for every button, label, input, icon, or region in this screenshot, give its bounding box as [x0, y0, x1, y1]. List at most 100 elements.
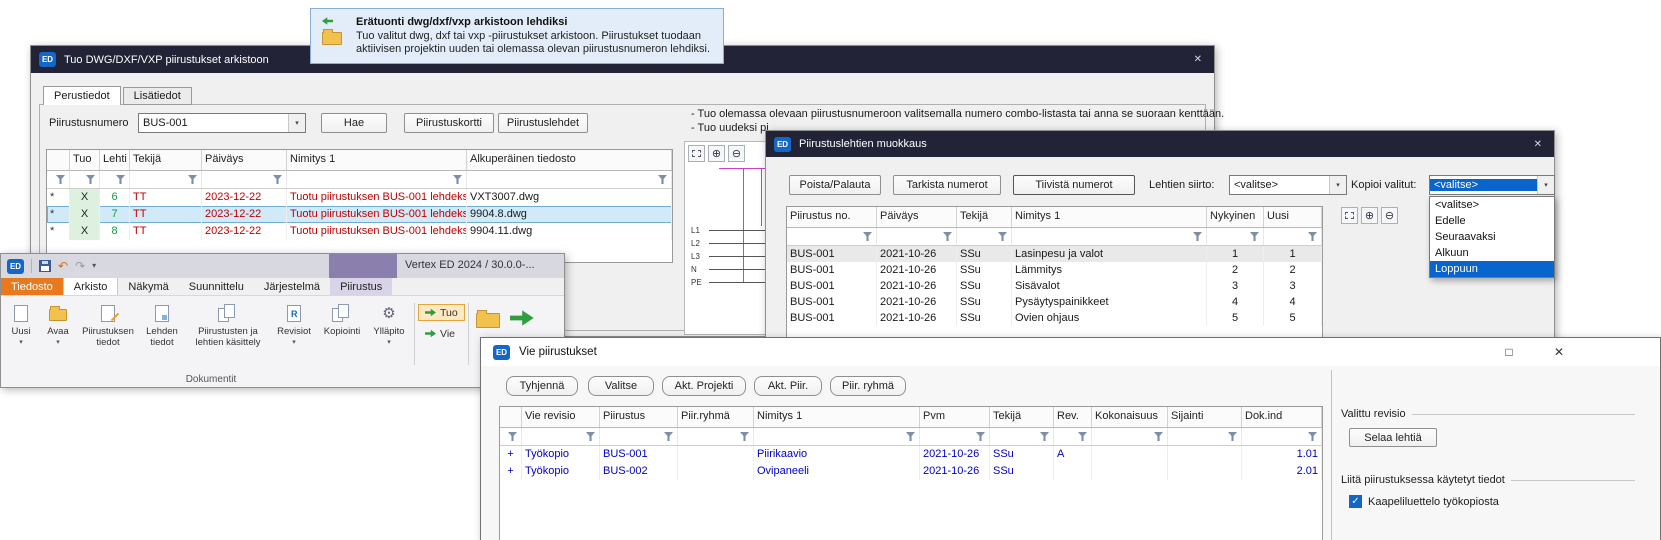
- piir-ryhma-button[interactable]: Piir. ryhmä: [830, 376, 906, 396]
- column-header[interactable]: Piirustus: [600, 407, 678, 427]
- zoom-out-icon[interactable]: ⊖: [728, 145, 745, 162]
- menu-tiedosto[interactable]: Tiedosto: [1, 278, 63, 295]
- column-header-marker[interactable]: [47, 150, 70, 170]
- filter-icon[interactable]: [86, 175, 95, 184]
- dropdown-item-selected[interactable]: Loppuun: [1430, 261, 1554, 277]
- dropdown-item[interactable]: Seuraavaksi: [1430, 229, 1554, 245]
- column-header[interactable]: Rev.: [1054, 407, 1092, 427]
- column-header[interactable]: Nimitys 1: [1012, 207, 1207, 227]
- tyhjenna-button[interactable]: Tyhjennä: [506, 376, 578, 396]
- menu-suunnittelu[interactable]: Suunnittelu: [179, 278, 254, 295]
- column-header[interactable]: Nimitys 1: [287, 150, 467, 170]
- chevron-down-icon[interactable]: ▾: [1537, 176, 1554, 194]
- selection-rect-icon[interactable]: [688, 145, 705, 162]
- filter-icon[interactable]: [1154, 432, 1163, 441]
- ribbon-tuo-button[interactable]: Tuo: [418, 304, 465, 321]
- table-row[interactable]: BUS-001 2021-10-26 SSu Lämmitys 2 2: [787, 262, 1322, 278]
- lehtien-siirto-combo[interactable]: <valitse> ▾: [1229, 175, 1347, 195]
- close-icon[interactable]: ✕: [1530, 139, 1546, 150]
- menu-arkisto[interactable]: Arkisto: [63, 278, 119, 295]
- checked-checkbox-icon[interactable]: ✓: [1349, 495, 1362, 508]
- ribbon-vie-button[interactable]: Vie: [418, 325, 465, 342]
- filter-icon[interactable]: [1228, 432, 1237, 441]
- filter-icon[interactable]: [1308, 232, 1317, 241]
- column-header[interactable]: Nimitys 1: [754, 407, 920, 427]
- table-row[interactable]: * X 8 TT 2023-12-22 Tuotu piirustuksen B…: [47, 223, 672, 240]
- chevron-down-icon[interactable]: ▾: [1329, 176, 1346, 194]
- dropdown-item[interactable]: <valitse>: [1430, 197, 1554, 213]
- column-header[interactable]: Vie revisio: [522, 407, 600, 427]
- tab-perustiedot[interactable]: Perustiedot: [43, 86, 121, 105]
- poista-palauta-button[interactable]: Poista/Palauta: [789, 175, 881, 195]
- ribbon-piirustuksen-tiedot-button[interactable]: Piirustuksentiedot: [77, 298, 139, 370]
- sheet-edit-titlebar[interactable]: ED Piirustuslehtien muokkaus ✕: [766, 131, 1554, 157]
- filter-icon[interactable]: [863, 232, 872, 241]
- table-row[interactable]: BUS-001 2021-10-26 SSu Ovien ohjaus 5 5: [787, 310, 1322, 326]
- filter-icon[interactable]: [658, 175, 667, 184]
- tiivista-numerot-button[interactable]: Tiivistä numerot: [1013, 175, 1135, 195]
- column-header[interactable]: Lehti: [100, 150, 130, 170]
- column-header[interactable]: Tekijä: [130, 150, 202, 170]
- column-header[interactable]: Piirustus no.: [787, 207, 877, 227]
- save-icon[interactable]: [39, 260, 51, 272]
- ribbon-yllapito-button[interactable]: ⚙ Ylläpito▾: [367, 298, 411, 370]
- app-badge[interactable]: ED: [7, 259, 24, 274]
- tarkista-numerot-button[interactable]: Tarkista numerot: [893, 175, 1001, 195]
- piirustusnumero-combo[interactable]: BUS-001 ▾: [138, 113, 306, 133]
- tab-lisatiedot[interactable]: Lisätiedot: [123, 87, 192, 105]
- filter-icon[interactable]: [508, 432, 517, 441]
- menu-jarjestelma[interactable]: Järjestelmä: [254, 278, 330, 295]
- selection-rect-icon[interactable]: [1341, 207, 1358, 224]
- column-header[interactable]: Kokonaisuus: [1092, 407, 1168, 427]
- close-icon[interactable]: ✕: [1190, 54, 1206, 65]
- filter-icon[interactable]: [976, 432, 985, 441]
- close-icon[interactable]: ✕: [1543, 343, 1575, 361]
- filter-icon[interactable]: [273, 175, 282, 184]
- column-header[interactable]: Tuo: [70, 150, 100, 170]
- table-row-selected[interactable]: * X 7 TT 2023-12-22 Tuotu piirustuksen B…: [47, 206, 672, 223]
- valitse-button[interactable]: Valitse: [588, 376, 654, 396]
- column-header[interactable]: Päiväys: [877, 207, 957, 227]
- table-row[interactable]: * X 6 TT 2023-12-22 Tuotu piirustuksen B…: [47, 189, 672, 206]
- qat-menu-icon[interactable]: ▾: [92, 260, 96, 272]
- archive-folder-icon[interactable]: [476, 313, 500, 328]
- ribbon-avaa-button[interactable]: Avaa▾: [39, 298, 77, 370]
- table-row[interactable]: BUS-001 2021-10-26 SSu Pysäytyspainikkee…: [787, 294, 1322, 310]
- filter-icon[interactable]: [740, 432, 749, 441]
- ribbon-kasittely-button[interactable]: Piirustusten jalehtien käsittely: [185, 298, 271, 370]
- table-row[interactable]: + Työkopio BUS-002 Ovipaneeli 2021-10-26…: [500, 463, 1322, 480]
- ribbon-lehden-tiedot-button[interactable]: Lehdentiedot: [139, 298, 185, 370]
- redo-icon[interactable]: ↷: [75, 260, 85, 272]
- ribbon-revisiot-button[interactable]: R Revisiot▾: [271, 298, 317, 370]
- selaa-lehtia-button[interactable]: Selaa lehtiä: [1349, 428, 1437, 447]
- filter-icon[interactable]: [943, 232, 952, 241]
- undo-icon[interactable]: ↶: [58, 260, 68, 272]
- column-header[interactable]: Tekijä: [990, 407, 1054, 427]
- column-header[interactable]: Pvm: [920, 407, 990, 427]
- filter-icon[interactable]: [1078, 432, 1087, 441]
- table-row[interactable]: + Työkopio BUS-001 Piirikaavio 2021-10-2…: [500, 446, 1322, 463]
- menu-nakyma[interactable]: Näkymä: [118, 278, 178, 295]
- column-header[interactable]: Nykyinen: [1207, 207, 1264, 227]
- piirustuskortti-button[interactable]: Piirustuskortti: [404, 113, 494, 133]
- filter-icon[interactable]: [664, 432, 673, 441]
- filter-icon[interactable]: [188, 175, 197, 184]
- chevron-down-icon[interactable]: ▾: [288, 114, 305, 132]
- filter-icon[interactable]: [56, 175, 65, 184]
- dropdown-item[interactable]: Alkuun: [1430, 245, 1554, 261]
- filter-icon[interactable]: [1193, 232, 1202, 241]
- filter-icon[interactable]: [453, 175, 462, 184]
- column-header-marker[interactable]: [500, 407, 522, 427]
- kopioi-valitut-combo[interactable]: <valitse> ▾: [1429, 175, 1555, 195]
- maximize-icon[interactable]: □: [1493, 343, 1525, 361]
- ribbon-kopiointi-button[interactable]: Kopiointi: [317, 298, 367, 370]
- column-header[interactable]: Päiväys: [202, 150, 287, 170]
- export-titlebar[interactable]: ED Vie piirustukset □ ✕: [481, 338, 1660, 366]
- column-header[interactable]: Piir.ryhmä: [678, 407, 754, 427]
- ribbon-uusi-button[interactable]: Uusi▾: [3, 298, 39, 370]
- column-header[interactable]: Sijainti: [1168, 407, 1242, 427]
- filter-icon[interactable]: [998, 232, 1007, 241]
- hae-button[interactable]: Hae: [321, 113, 387, 133]
- zoom-out-icon[interactable]: ⊖: [1381, 207, 1398, 224]
- filter-icon[interactable]: [1040, 432, 1049, 441]
